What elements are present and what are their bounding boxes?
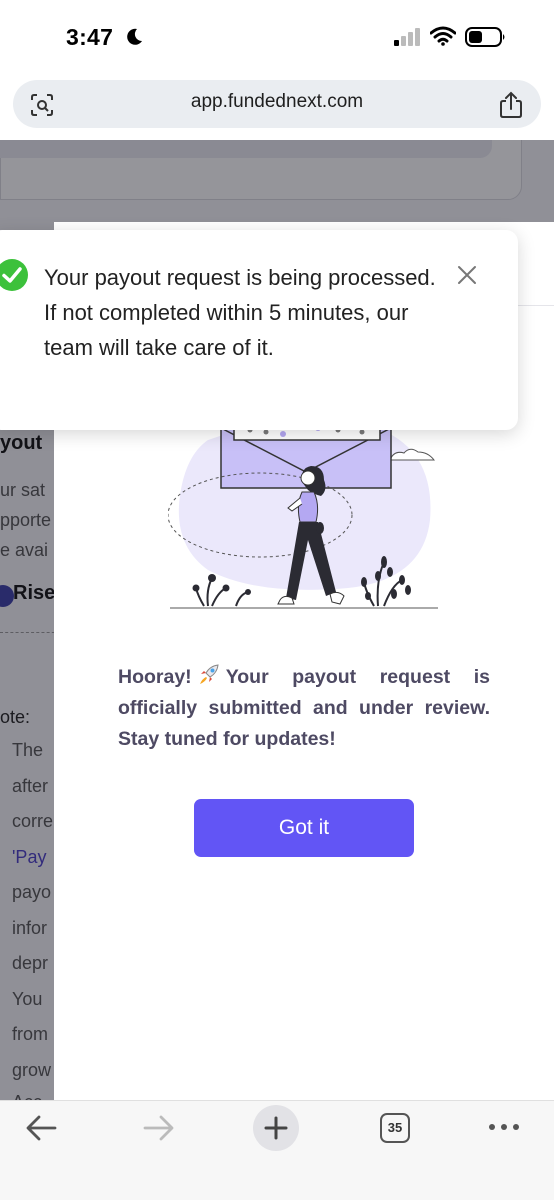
wifi-icon	[430, 26, 456, 46]
check-icon	[0, 259, 28, 291]
share-icon[interactable]	[498, 91, 524, 119]
forward-icon[interactable]	[143, 1114, 175, 1142]
status-bar: 3:47	[0, 0, 554, 76]
status-time: 3:47	[66, 24, 114, 50]
got-it-button[interactable]: Got it	[194, 799, 414, 857]
close-icon[interactable]	[456, 264, 478, 286]
url-text[interactable]: app.fundednext.com	[0, 91, 554, 113]
rocket-icon	[199, 664, 219, 684]
battery-icon	[465, 27, 505, 47]
modal-divider	[518, 305, 554, 306]
modal-message-intro: Hooray!	[118, 666, 192, 688]
signal-icon	[394, 28, 420, 46]
toast-message: Your payout request is being processed. …	[44, 265, 436, 360]
more-icon[interactable]	[488, 1122, 520, 1132]
moon-icon	[127, 28, 142, 45]
plus-icon[interactable]	[264, 1116, 288, 1140]
modal-message: Hooray! Your payout request is officiall…	[118, 662, 490, 755]
back-icon[interactable]	[25, 1114, 57, 1142]
tabs-button[interactable]: 35	[380, 1113, 410, 1143]
payout-illustration	[168, 410, 438, 609]
